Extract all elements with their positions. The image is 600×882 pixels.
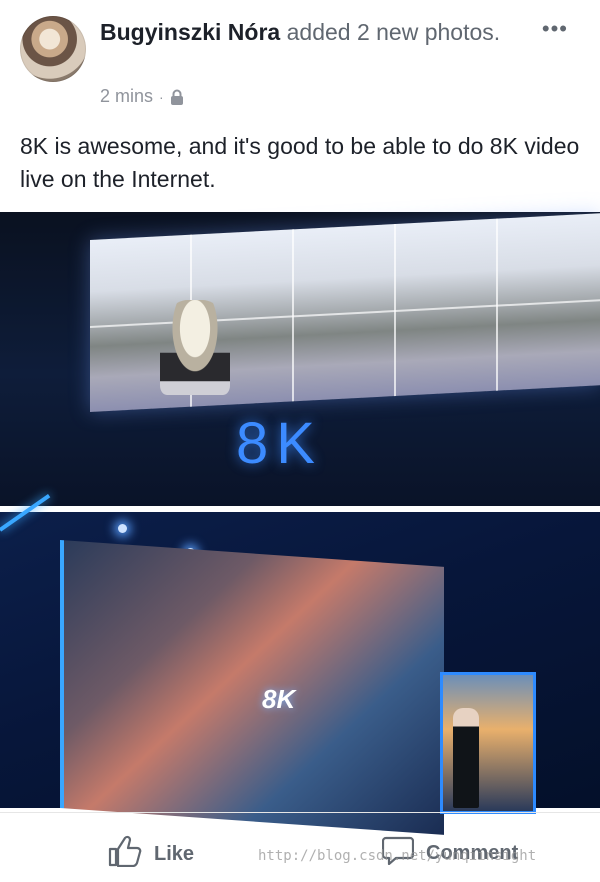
post-header: Bugyinszki Nóra added 2 new photos. 2 mi… bbox=[0, 0, 600, 112]
presenter-figure bbox=[453, 708, 479, 808]
post-meta: 2 mins · bbox=[100, 86, 184, 107]
post-headline: Bugyinszki Nóra added 2 new photos. bbox=[100, 16, 530, 48]
lock-icon[interactable] bbox=[170, 89, 184, 105]
thumbs-up-icon bbox=[108, 835, 142, 873]
watermark: http://blog.csdn.net/yunqiinsight bbox=[258, 848, 537, 864]
more-options-icon[interactable]: ••• bbox=[542, 16, 568, 42]
photo-1-8k-label: 8K bbox=[236, 411, 323, 476]
like-button[interactable]: Like bbox=[108, 835, 194, 873]
trophy-figure bbox=[160, 300, 230, 395]
stage-screen bbox=[60, 540, 444, 835]
post-message: 8K is awesome, and it's good to be able … bbox=[20, 133, 580, 192]
avatar[interactable] bbox=[20, 16, 86, 82]
photo-2-8k-label: 8K bbox=[262, 684, 296, 714]
post-actions: Like Comment bbox=[0, 812, 600, 882]
post-time[interactable]: 2 mins bbox=[100, 86, 153, 107]
meta-separator: · bbox=[159, 88, 164, 105]
like-label: Like bbox=[154, 842, 195, 865]
author-name[interactable]: Bugyinszki Nóra bbox=[100, 19, 280, 45]
post-action-text: added 2 new photos. bbox=[286, 19, 501, 45]
